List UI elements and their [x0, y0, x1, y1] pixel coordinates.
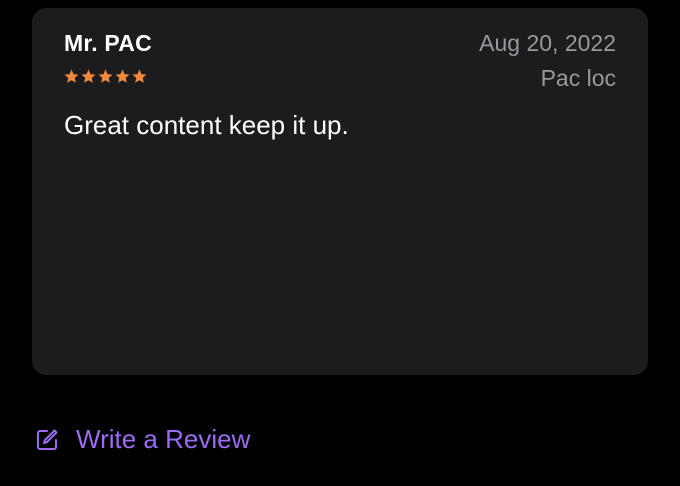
star-icon	[115, 69, 130, 83]
star-icon	[132, 69, 147, 83]
compose-icon	[37, 429, 58, 450]
star-icon	[98, 69, 113, 83]
review-card[interactable]: Mr. PAC Aug 20, 2022 Pac loc Great conte…	[32, 8, 648, 375]
review-body: Great content keep it up.	[64, 110, 349, 140]
review-location: Pac loc	[540, 65, 616, 91]
write-review-label: Write a Review	[76, 424, 251, 454]
write-review-button[interactable]: Write a Review	[34, 424, 250, 455]
star-rating	[64, 69, 147, 84]
star-icon	[64, 69, 79, 83]
reviews-screen: Mr. PAC Aug 20, 2022 Pac loc Great conte…	[0, 0, 680, 486]
reviewer-name: Mr. PAC	[64, 30, 152, 56]
star-icon	[81, 69, 96, 83]
review-date: Aug 20, 2022	[479, 30, 616, 56]
